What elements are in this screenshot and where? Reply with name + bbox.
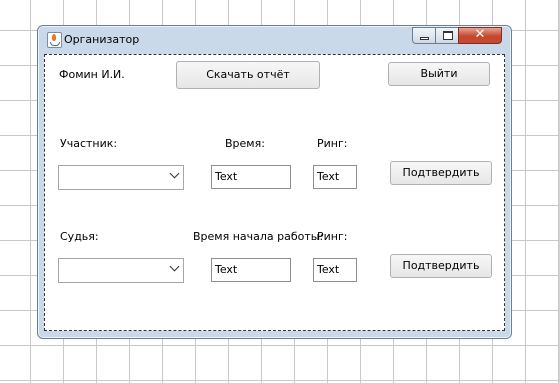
- participant-combobox[interactable]: [58, 165, 184, 190]
- participant-label: Участник:: [60, 137, 118, 150]
- ring-field-judge[interactable]: Text: [313, 258, 357, 282]
- time-field[interactable]: Text: [211, 165, 291, 189]
- chevron-down-icon: [169, 261, 180, 272]
- window-title: Организатор: [64, 33, 140, 46]
- app-window: Организатор ✕ Фомин И.И. Скачать отчёт В…: [37, 25, 512, 339]
- judge-label: Судья:: [60, 230, 99, 243]
- start-time-label: Время начала работы:: [193, 230, 324, 243]
- ring-label-judge: Ринг:: [317, 230, 348, 243]
- time-label: Время:: [225, 137, 265, 150]
- user-name-label: Фомин И.И.: [59, 68, 125, 81]
- confirm-participant-button[interactable]: Подтвердить: [390, 161, 492, 185]
- close-icon: ✕: [474, 27, 486, 42]
- ring-label-participant: Ринг:: [317, 137, 348, 150]
- close-button[interactable]: ✕: [458, 27, 502, 44]
- ring-field-participant[interactable]: Text: [313, 165, 357, 189]
- app-java-icon[interactable]: [47, 32, 62, 48]
- start-time-field[interactable]: Text: [211, 258, 291, 282]
- logout-button[interactable]: Выйти: [388, 62, 490, 86]
- minimize-button[interactable]: [412, 27, 436, 44]
- main-panel: Фомин И.И. Скачать отчёт Выйти Участник:…: [44, 54, 505, 331]
- maximize-button[interactable]: [435, 27, 459, 44]
- download-report-button[interactable]: Скачать отчёт: [176, 61, 320, 89]
- minimize-icon: [420, 37, 429, 40]
- title-bar[interactable]: Организатор ✕: [38, 26, 511, 52]
- confirm-judge-button[interactable]: Подтвердить: [390, 254, 492, 278]
- maximize-icon: [443, 31, 453, 40]
- chevron-down-icon: [169, 168, 180, 179]
- judge-combobox[interactable]: [58, 258, 184, 283]
